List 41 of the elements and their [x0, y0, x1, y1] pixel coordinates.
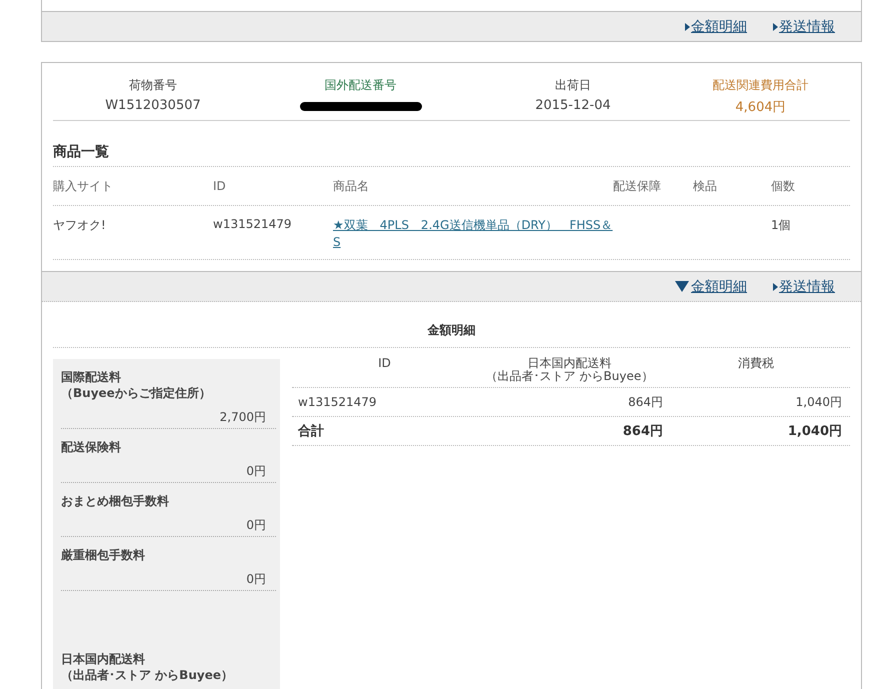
column-header: 消費税: [737, 357, 775, 370]
summary-label: 出荷日: [555, 77, 591, 94]
fee-label: 厳重梱包手数料: [61, 547, 145, 563]
fee-label: 配送保険料: [61, 439, 121, 455]
column-header: ID: [377, 357, 392, 370]
column-header: 個数: [771, 178, 796, 194]
section-link[interactable]: 発送情報: [773, 278, 835, 296]
column-header: ID: [213, 179, 227, 193]
table-cell-text: ヤフオク!: [53, 217, 107, 234]
table-cell-text: 1,040円: [794, 394, 843, 410]
table-cell-text: 1個: [771, 217, 792, 234]
summary-value: W1512030507: [105, 98, 201, 113]
fee-amount: 0円: [246, 571, 267, 588]
column-header: 検品: [693, 178, 718, 194]
product-link[interactable]: ★双葉 4PLS 2.4G送信機単品（DRY） FHSS＆S: [333, 217, 613, 251]
table-cell-text: w131521479: [297, 395, 378, 409]
fee-label: 日本国内配送料 （出品者･ストア からBuyee）: [61, 651, 233, 683]
section-link[interactable]: 発送情報: [773, 18, 835, 36]
table-cell-text: 864円: [627, 394, 663, 410]
column-header: 日本国内配送料 （出品者･ストア からBuyee）: [484, 357, 654, 383]
fee-amount: 0円: [246, 517, 267, 534]
section-title: 商品一覧: [53, 143, 850, 167]
summary-label: 荷物番号: [129, 77, 177, 94]
section-link[interactable]: 金額明細: [675, 278, 747, 296]
column-header: 購入サイト: [53, 178, 114, 194]
summary-label: 国外配送番号: [324, 77, 396, 94]
fee-amount: 2,700円: [220, 409, 267, 426]
section-title: 金額明細: [53, 302, 850, 348]
table-cell-text: w131521479: [213, 217, 293, 231]
fee-label: 国際配送料 （Buyeeからご指定住所）: [61, 369, 211, 401]
section-link[interactable]: 金額明細: [685, 18, 747, 36]
column-header: 商品名: [333, 178, 370, 194]
table-cell-text: 1,040円: [786, 423, 843, 440]
fee-label: おまとめ梱包手数料: [61, 493, 169, 509]
summary-value: 4,604円: [735, 99, 786, 116]
column-header: 配送保障: [613, 178, 662, 194]
table-cell-text: 合計: [296, 422, 325, 440]
table-cell-text: 864円: [622, 423, 663, 440]
summary-value: 2015-12-04: [535, 98, 611, 113]
fee-amount: 0円: [246, 463, 267, 480]
summary-label: 配送関連費用合計: [712, 77, 808, 94]
